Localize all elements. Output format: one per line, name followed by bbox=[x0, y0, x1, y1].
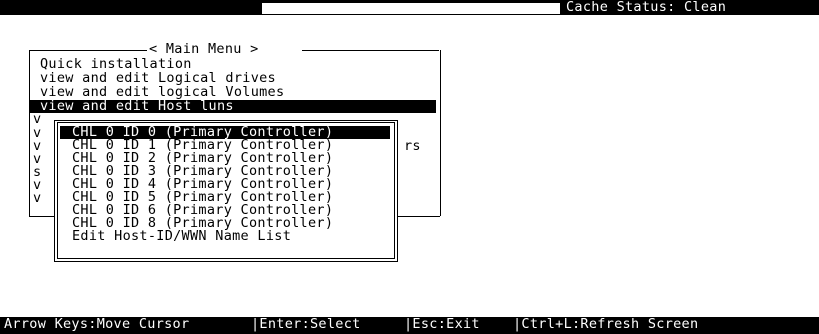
main-menu-frame-top-right bbox=[302, 50, 439, 51]
main-menu-title: < Main Menu > bbox=[149, 41, 259, 57]
help-refresh-screen: |Ctrl+L:Refresh Screen bbox=[513, 316, 699, 332]
status-progress-box bbox=[262, 3, 560, 14]
submenu-item-edit-host-id-wwn[interactable]: Edit Host-ID/WWN Name List bbox=[72, 229, 291, 243]
main-menu-frame-top-left bbox=[29, 50, 147, 51]
menu-item-host-luns[interactable]: view and edit Host luns bbox=[40, 99, 234, 113]
terminal-screen: Cache Status: Clean < Main Menu > Quick … bbox=[0, 0, 819, 334]
menu-item-hidden-7[interactable]: v bbox=[33, 191, 41, 205]
cache-status-text: Cache Status: Clean bbox=[566, 0, 727, 15]
help-arrow-keys: Arrow Keys:Move Cursor bbox=[4, 316, 190, 332]
help-esc-exit: |Esc:Exit bbox=[404, 316, 480, 332]
menu-item-partial-text: rs bbox=[404, 138, 421, 154]
help-enter-select: |Enter:Select bbox=[251, 316, 361, 332]
